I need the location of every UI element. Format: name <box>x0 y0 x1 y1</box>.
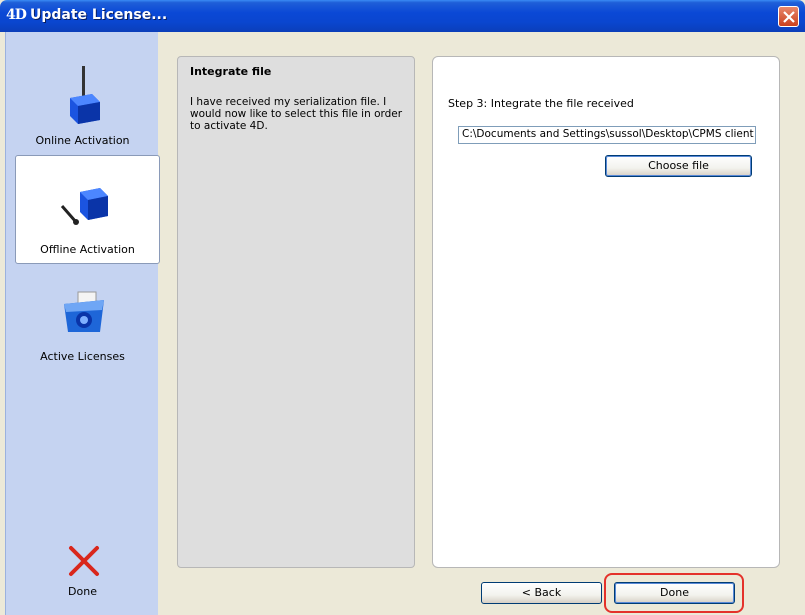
title-bar: 4D Update License... <box>0 0 805 32</box>
offline-activation-icon <box>60 188 108 225</box>
online-activation-icon <box>70 66 100 124</box>
choose-file-button[interactable]: Choose file <box>605 155 752 177</box>
window-title: Update License... <box>30 7 168 23</box>
sidebar-item-label: Done <box>68 585 97 598</box>
sidebar-item-offline-activation[interactable]: Offline Activation <box>15 155 160 264</box>
content-panel: Step 3: Integrate the file received C:\D… <box>432 56 780 568</box>
app-logo: 4D <box>6 7 27 23</box>
step-label: Step 3: Integrate the file received <box>448 97 634 110</box>
description-panel: Integrate file I have received my serial… <box>177 56 415 568</box>
close-x-icon <box>69 546 99 576</box>
sidebar-item-label: Offline Activation <box>40 243 135 256</box>
done-button-highlight <box>604 573 744 613</box>
sidebar-item-label: Active Licenses <box>40 350 125 363</box>
sidebar: Online Activation Offline Activation Act… <box>5 32 160 615</box>
file-path-field[interactable]: C:\Documents and Settings\sussol\Desktop… <box>458 126 756 144</box>
back-button[interactable]: < Back <box>481 582 602 604</box>
sidebar-item-online-activation[interactable]: Online Activation <box>6 57 159 157</box>
sidebar-item-done[interactable]: Done <box>6 537 159 607</box>
sidebar-item-active-licenses[interactable]: Active Licenses <box>6 284 159 369</box>
active-licenses-icon <box>64 291 104 332</box>
sidebar-item-label: Online Activation <box>35 134 130 147</box>
close-window-button[interactable] <box>778 6 799 27</box>
description-text: I have received my serialization file. I… <box>190 96 403 132</box>
close-icon <box>783 11 795 23</box>
description-title: Integrate file <box>190 65 272 78</box>
